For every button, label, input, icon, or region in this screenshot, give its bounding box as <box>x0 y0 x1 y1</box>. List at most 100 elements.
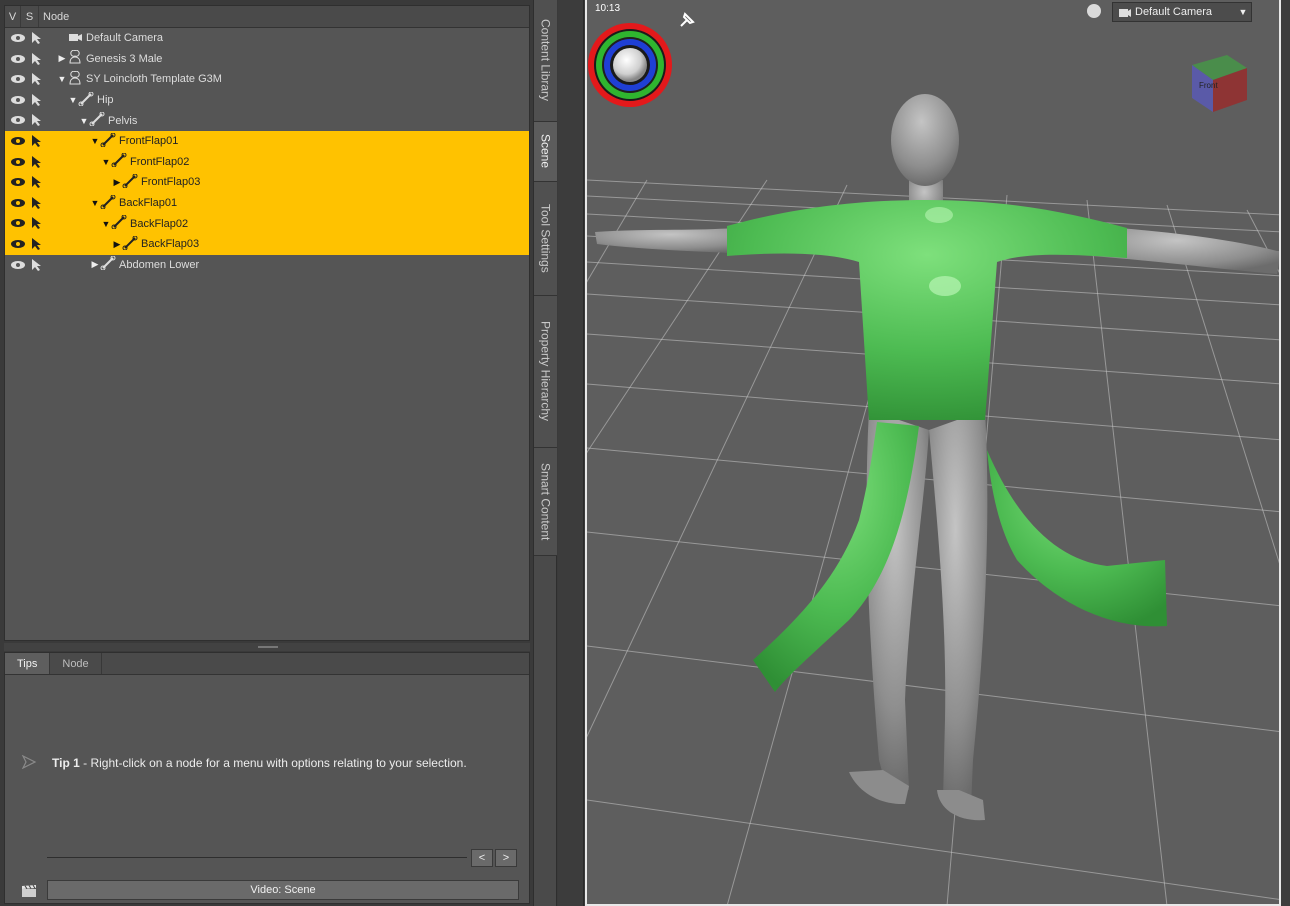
tip-scrollbar[interactable] <box>47 857 467 858</box>
node-label: Hip <box>97 94 114 107</box>
node-column-header[interactable]: Node <box>39 11 529 23</box>
camera-orbit-widget[interactable] <box>588 23 672 107</box>
bone-icon <box>111 215 130 232</box>
scene-node-row[interactable]: ▼ Pelvis <box>5 110 529 131</box>
node-label: FrontFlap03 <box>141 176 201 189</box>
expand-toggle-icon[interactable]: ▶ <box>90 259 100 270</box>
selectable-arrow-icon[interactable] <box>30 258 46 272</box>
node-label: FrontFlap02 <box>130 155 190 168</box>
selectable-arrow-icon[interactable] <box>30 155 46 169</box>
expand-toggle-icon[interactable]: ▼ <box>68 95 78 105</box>
node-label: FrontFlap01 <box>119 135 179 148</box>
bone-icon <box>122 173 141 191</box>
selectable-arrow-icon[interactable] <box>30 134 46 148</box>
video-scene-button[interactable]: Video: Scene <box>47 880 519 900</box>
tab-scene[interactable]: Scene <box>534 122 557 182</box>
selectable-arrow-icon[interactable] <box>30 31 46 45</box>
selectable-arrow-icon[interactable] <box>30 196 46 210</box>
visible-column-header[interactable]: V <box>5 6 21 27</box>
scene-tree-header: V S Node <box>5 6 529 28</box>
visibility-eye-icon[interactable] <box>10 197 26 209</box>
scene-node-row[interactable]: ▼ FrontFlap01 <box>5 130 529 152</box>
visibility-eye-icon[interactable] <box>10 238 26 250</box>
scene-node-row[interactable]: ▶ Abdomen Lower <box>5 255 529 276</box>
scene-node-row[interactable]: ▼ BackFlap01 <box>5 192 529 214</box>
scene-pane: V S Node Default Camera ▶ Genesis 3 Male ▼ S… <box>4 5 530 641</box>
visibility-eye-icon[interactable] <box>10 156 26 168</box>
expand-toggle-icon[interactable]: ▶ <box>112 177 122 188</box>
figure-icon <box>67 70 86 88</box>
splitter-grip-icon <box>258 646 278 648</box>
visibility-eye-icon[interactable] <box>10 176 26 188</box>
side-tab-bar: Content Library Scene Tool Settings Prop… <box>533 0 557 906</box>
bone-icon <box>100 194 119 212</box>
expand-toggle-icon[interactable]: ▶ <box>57 53 67 64</box>
selectable-arrow-icon[interactable] <box>30 216 46 230</box>
selectable-arrow-icon[interactable] <box>30 93 46 107</box>
node-label: BackFlap01 <box>119 197 178 210</box>
node-label: Default Camera <box>86 32 164 45</box>
scene-node-row[interactable]: ▼ Hip <box>5 90 529 111</box>
scene-node-row[interactable]: ▼ FrontFlap02 <box>5 151 529 173</box>
expand-toggle-icon[interactable]: ▼ <box>57 74 67 84</box>
visibility-eye-icon[interactable] <box>10 114 26 126</box>
node-label: BackFlap03 <box>141 238 200 251</box>
expand-toggle-icon[interactable]: ▼ <box>90 198 100 208</box>
3d-viewport[interactable]: Front 10:13 Default Camera ▼ <box>585 0 1281 906</box>
previous-tip-button[interactable]: < <box>471 849 493 867</box>
pin-icon[interactable] <box>677 10 697 30</box>
node-label: Abdomen Lower <box>119 258 200 271</box>
scene-node-row[interactable]: ▼ SY Loincloth Template G3M <box>5 69 529 90</box>
scene-node-row[interactable]: ▶ Genesis 3 Male <box>5 49 529 70</box>
scene-node-row[interactable]: ▼ BackFlap02 <box>5 213 529 234</box>
next-tip-button[interactable]: > <box>495 849 517 867</box>
visibility-eye-icon[interactable] <box>10 135 26 147</box>
scene-node-row[interactable]: ▶ BackFlap03 <box>5 233 529 255</box>
visibility-eye-icon[interactable] <box>10 53 26 65</box>
selectable-arrow-icon[interactable] <box>30 52 46 66</box>
lighting-sphere-icon[interactable] <box>1085 2 1105 22</box>
selectable-arrow-icon[interactable] <box>30 237 46 251</box>
selectable-arrow-icon[interactable] <box>30 72 46 86</box>
tab-tool-settings[interactable]: Tool Settings <box>534 182 557 296</box>
visibility-eye-icon[interactable] <box>10 32 26 44</box>
scene-node-row[interactable]: Default Camera <box>5 28 529 49</box>
selectable-arrow-icon[interactable] <box>30 175 46 189</box>
bone-icon <box>100 256 119 273</box>
clapperboard-icon <box>22 884 36 897</box>
daz-studio-window: V S Node Default Camera ▶ Genesis 3 Male ▼ S… <box>0 0 1290 906</box>
pane-splitter[interactable] <box>4 643 530 651</box>
tip-body: - Right-click on a node for a menu with … <box>79 756 467 770</box>
chevron-down-icon: ▼ <box>1238 7 1248 17</box>
view-cube[interactable]: Front <box>1192 55 1247 112</box>
tab-property-hierarchy[interactable]: Property Hierarchy <box>534 296 557 448</box>
selectable-arrow-icon[interactable] <box>30 113 46 127</box>
expand-toggle-icon[interactable]: ▶ <box>112 239 122 250</box>
viewport-tool-strip <box>1281 0 1290 906</box>
tab-tips[interactable]: Tips <box>5 653 51 674</box>
visibility-eye-icon[interactable] <box>10 259 26 271</box>
tab-node[interactable]: Node <box>50 653 102 674</box>
expand-toggle-icon[interactable]: ▼ <box>79 116 89 126</box>
figure-icon <box>67 50 86 67</box>
expand-toggle-icon[interactable]: ▼ <box>101 157 111 167</box>
tab-content-library[interactable]: Content Library <box>534 0 557 122</box>
node-label: Pelvis <box>108 114 138 127</box>
visibility-eye-icon[interactable] <box>10 73 26 85</box>
camera-select-dropdown[interactable]: Default Camera ▼ <box>1112 2 1252 22</box>
expand-toggle-icon[interactable]: ▼ <box>90 136 100 146</box>
expand-toggle-icon[interactable]: ▼ <box>101 219 111 229</box>
pane-divider-strip[interactable] <box>558 0 584 906</box>
tips-tab-bar: Tips Node <box>5 653 529 675</box>
node-label: BackFlap02 <box>130 217 189 230</box>
visibility-eye-icon[interactable] <box>10 217 26 229</box>
viewport-scene[interactable]: Front <box>587 0 1281 906</box>
tab-smart-content[interactable]: Smart Content <box>534 448 557 556</box>
fps-counter: 10:13 <box>595 3 621 14</box>
selectable-column-header[interactable]: S <box>21 6 39 27</box>
scene-node-list: Default Camera ▶ Genesis 3 Male ▼ SY Loinclo… <box>5 28 529 275</box>
scene-node-row[interactable]: ▶ FrontFlap03 <box>5 172 529 193</box>
visibility-eye-icon[interactable] <box>10 94 26 106</box>
node-label: Genesis 3 Male <box>86 52 163 65</box>
camera-icon <box>1119 9 1131 17</box>
